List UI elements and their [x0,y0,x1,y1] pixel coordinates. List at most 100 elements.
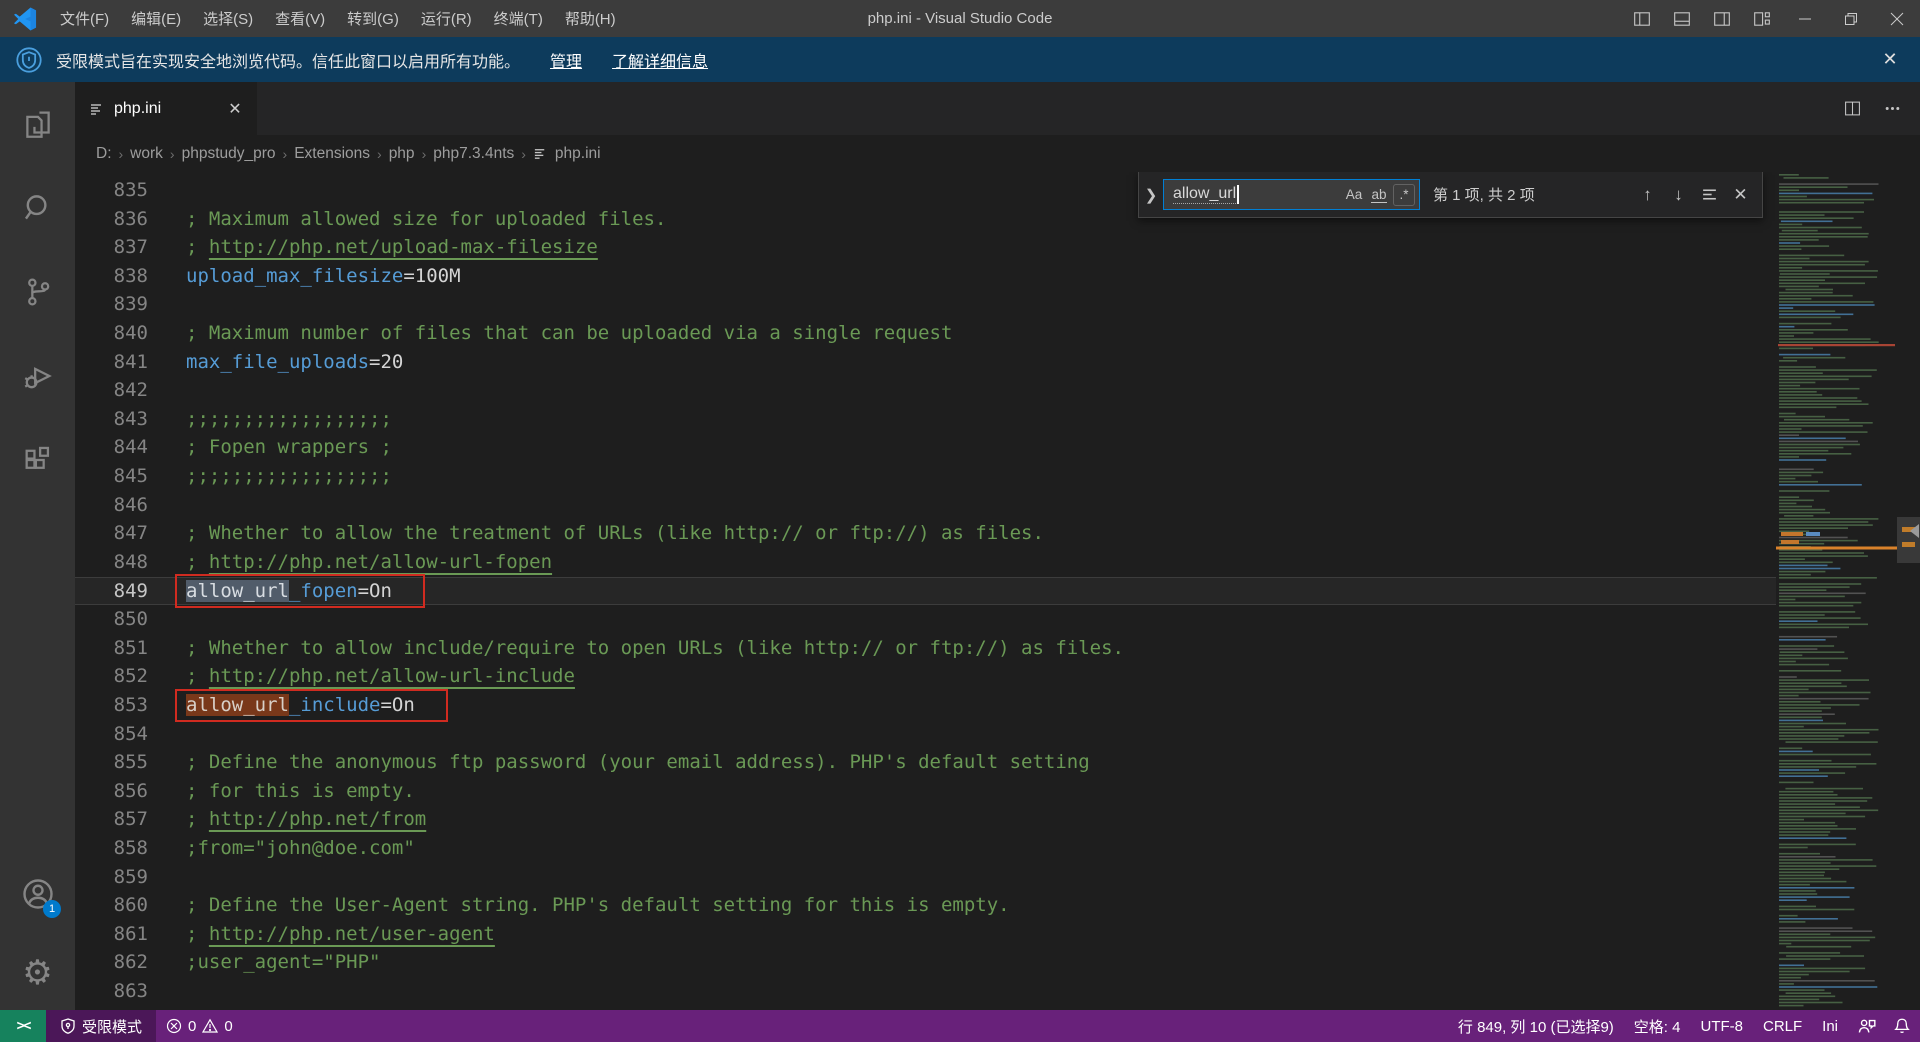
previous-match-icon[interactable]: ↑ [1632,180,1663,210]
breadcrumb-item[interactable]: php.ini [531,145,603,163]
code-line[interactable]: 842 [75,376,1776,405]
settings-gear-icon[interactable]: ⚙ [0,936,75,1010]
find-close-icon[interactable]: ✕ [1725,180,1756,210]
search-icon[interactable] [0,166,75,250]
line-content: ; Whether to allow include/require to op… [186,636,1124,659]
code-line[interactable]: 838 upload_max_filesize=100M [75,262,1776,291]
learn-more-link[interactable]: 了解详细信息 [612,48,708,72]
customize-layout-icon[interactable] [1742,0,1782,37]
line-number: 855 [113,751,148,774]
notifications-bell-icon[interactable] [1884,1010,1920,1042]
menu-item[interactable]: 运行(R) [410,0,483,37]
activity-bar: 1 ⚙ [0,82,75,1010]
line-content: ;user_agent="PHP" [186,951,381,974]
code-line[interactable]: 843;;;;;;;;;;;;;;;;;; [75,405,1776,434]
status-item-eol[interactable]: CRLF [1753,1010,1812,1042]
code-line[interactable]: 854 [75,720,1776,749]
line-number: 854 [113,722,148,745]
line-content: ; http://php.net/from [186,808,427,831]
breadcrumb-separator: › [169,145,175,162]
run-debug-icon[interactable] [0,334,75,418]
match-case-toggle[interactable]: Aa [1343,184,1365,206]
tab-php-ini[interactable]: php.ini ✕ [75,82,257,135]
menu-item[interactable]: 转到(G) [336,0,410,37]
restricted-mode-status[interactable]: 受限模式 [46,1010,157,1042]
restore-button[interactable] [1828,0,1874,37]
code-line[interactable]: 860 ; Define the User-Agent string. PHP's… [75,891,1776,920]
remote-indicator[interactable]: >< [0,1010,46,1042]
breadcrumb-separator: › [282,145,288,162]
split-editor-icon[interactable] [1834,91,1870,127]
line-number: 841 [113,350,148,373]
manage-link[interactable]: 管理 [550,48,582,72]
feedback-icon[interactable] [1848,1010,1884,1042]
menu-item[interactable]: 选择(S) [192,0,264,37]
code-line[interactable]: 862 ;user_agent="PHP" [75,948,1776,977]
breadcrumb-item[interactable]: php7.3.4nts [431,145,516,163]
breadcrumb-item[interactable]: php [387,145,417,163]
menu-item[interactable]: 终端(T) [483,0,554,37]
status-item-encoding[interactable]: UTF-8 [1690,1010,1753,1042]
code-line[interactable]: 857 ; http://php.net/from [75,805,1776,834]
code-line[interactable]: 851 ; Whether to allow include/require to… [75,634,1776,663]
editor[interactable]: 835 836 ; Maximum allowed size for uploade… [75,172,1920,1010]
code-line[interactable]: 844 ; Fopen wrappers ; [75,433,1776,462]
minimap[interactable] [1776,172,1897,1010]
accounts-icon[interactable]: 1 [0,852,75,936]
code-line[interactable]: 848 ; http://php.net/allow-url-fopen [75,548,1776,577]
breadcrumb-item[interactable]: phpstudy_pro [180,145,278,163]
code-line[interactable]: 845;;;;;;;;;;;;;;;;;; [75,462,1776,491]
code-line[interactable]: 859 [75,863,1776,892]
breadcrumb-separator: › [521,145,526,162]
breadcrumb-item[interactable]: work [128,145,165,163]
find-expand-chevron-icon[interactable]: ❯ [1139,186,1163,204]
code-line[interactable]: 861 ; http://php.net/user-agent [75,920,1776,949]
code-line[interactable]: 840 ; Maximum number of files that can be… [75,319,1776,348]
problems-status[interactable]: 0 0 [156,1010,243,1042]
minimize-button[interactable] [1782,0,1828,37]
error-count: 0 [188,1017,197,1035]
code-line[interactable]: 837 ; http://php.net/upload-max-filesize [75,233,1776,262]
line-content [148,376,186,405]
explorer-icon[interactable] [0,82,75,166]
toggle-secondary-sidebar-icon[interactable] [1702,0,1742,37]
whole-word-toggle[interactable]: ab [1368,184,1390,206]
code-line[interactable]: 841 max_file_uploads=20 [75,348,1776,377]
status-item-indent[interactable]: 空格: 4 [1624,1010,1691,1042]
status-item-selection[interactable]: 行 849, 列 10 (已选择9) [1448,1010,1624,1042]
code-line[interactable]: 846 [75,491,1776,520]
source-control-icon[interactable] [0,250,75,334]
code-line[interactable]: 858 ;from="john@doe.com" [75,834,1776,863]
next-match-icon[interactable]: ↓ [1663,180,1694,210]
restricted-mode-banner: 受限模式旨在实现安全地浏览代码。信任此窗口以启用所有功能。 管理 了解详细信息 … [0,37,1920,82]
toggle-sidebar-icon[interactable] [1622,0,1662,37]
toggle-panel-icon[interactable] [1662,0,1702,37]
find-input[interactable]: allow_url Aa ab .* [1163,179,1420,210]
code-line[interactable]: 855 ; Define the anonymous ftp password (… [75,748,1776,777]
banner-close-icon[interactable]: ✕ [1876,46,1904,74]
menu-item[interactable]: 查看(V) [264,0,336,37]
annotation-box-line-849 [175,574,425,608]
code-line[interactable]: 839 [75,290,1776,319]
editor-scrollbar[interactable] [1897,172,1920,1010]
extensions-icon[interactable] [0,418,75,502]
code-line[interactable]: 852 ; http://php.net/allow-url-include [75,662,1776,691]
close-window-button[interactable] [1874,0,1920,37]
menu-item[interactable]: 编辑(E) [120,0,192,37]
line-content: ; Define the anonymous ftp password (you… [186,751,1090,774]
breadcrumb-item[interactable]: Extensions [292,145,372,163]
code-line[interactable]: 847 ; Whether to allow the treatment of U… [75,519,1776,548]
code-line[interactable]: 850 [75,605,1776,634]
regex-toggle[interactable]: .* [1393,183,1415,206]
menu-item[interactable]: 文件(F) [49,0,120,37]
code-line[interactable]: 863 [75,977,1776,1006]
more-actions-icon[interactable] [1874,91,1910,127]
line-content: ;from="john@doe.com" [186,837,415,860]
breadcrumb-item[interactable]: D: [94,145,114,163]
menu-item[interactable]: 帮助(H) [554,0,627,37]
line-number: 848 [113,550,148,573]
status-item-language[interactable]: Ini [1812,1010,1848,1042]
code-line[interactable]: 856 ; for this is empty. [75,777,1776,806]
find-in-selection-icon[interactable] [1694,180,1725,210]
tab-close-icon[interactable]: ✕ [223,97,247,121]
